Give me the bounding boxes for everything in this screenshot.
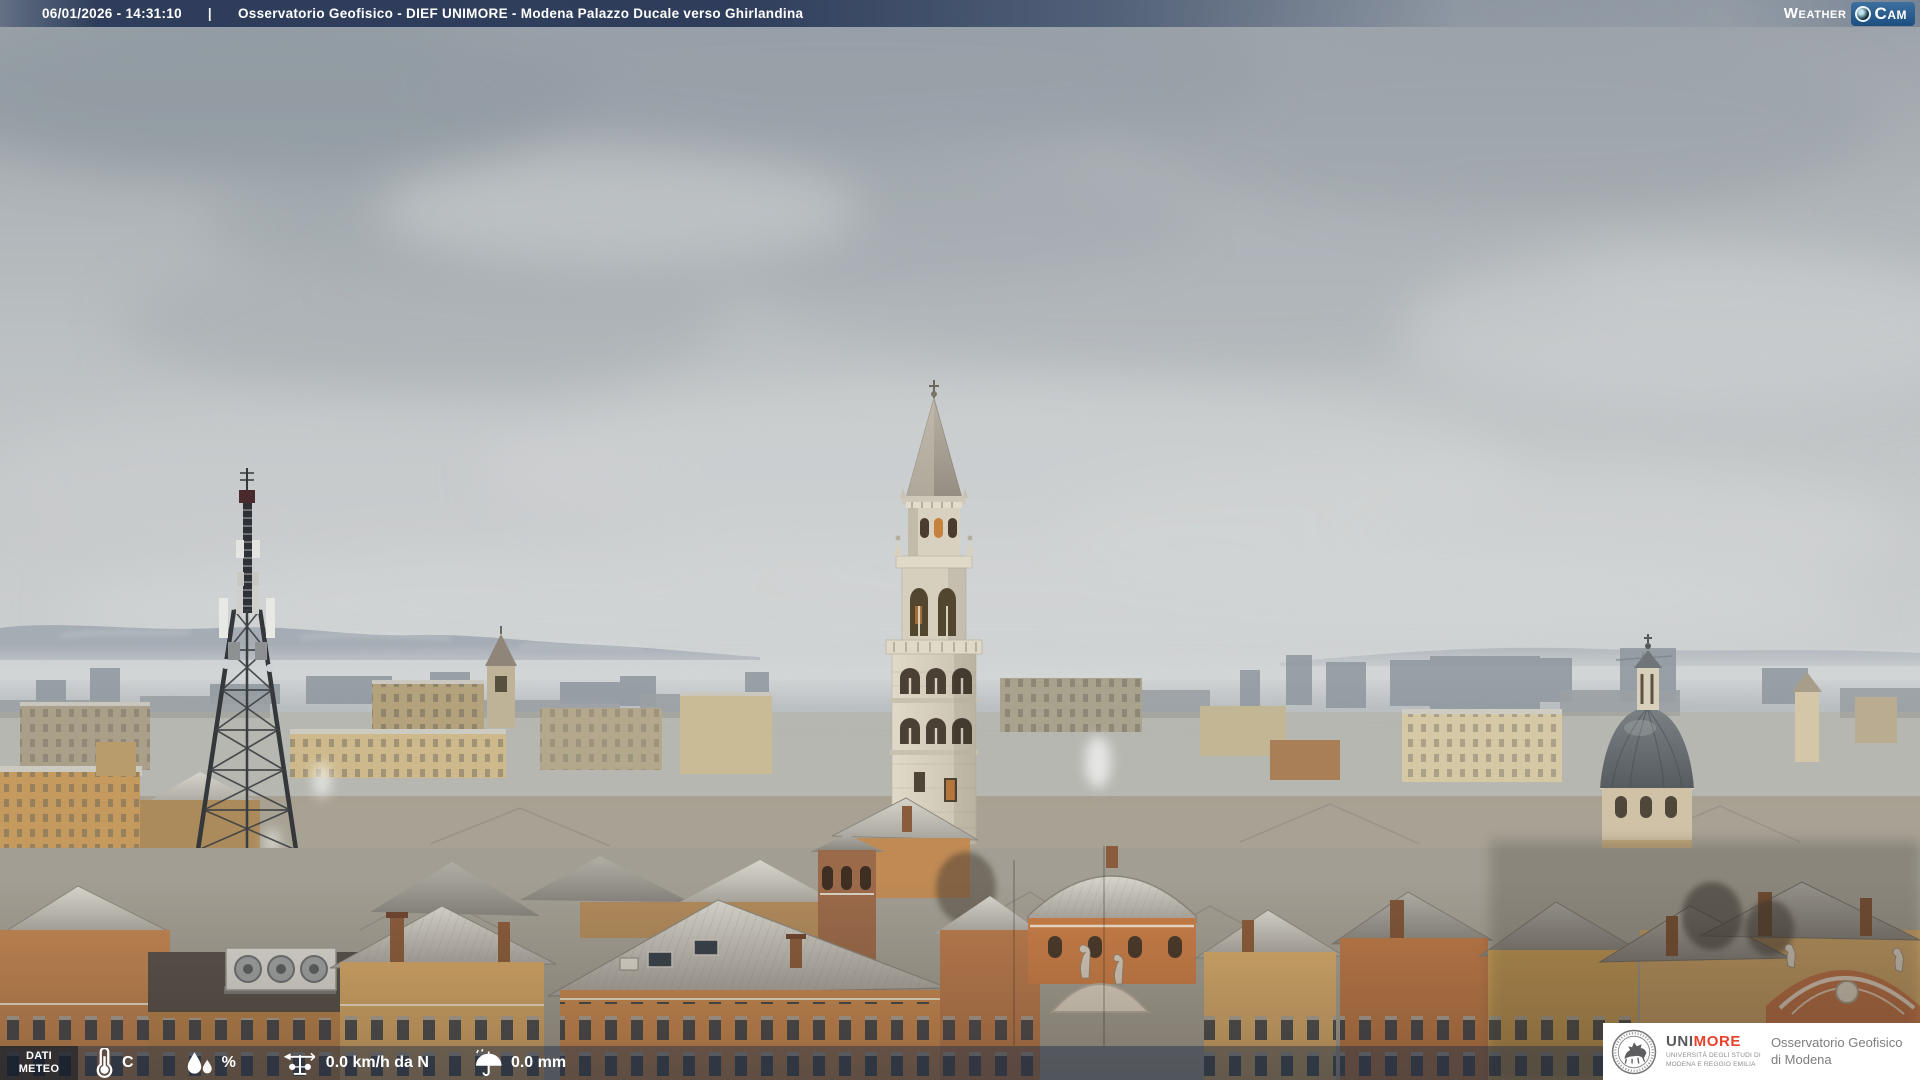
webcam-page: 06/01/2026 - 14:31:10 | Osservatorio Geo… [0, 0, 1920, 1080]
dati-meteo-label: DATI METEO [0, 1046, 78, 1080]
separator: | [207, 6, 212, 21]
university-name: UNIVERSITÀ DEGLI STUDI DI MODENA E REGGI… [1666, 1052, 1761, 1069]
weathercam-logo[interactable]: Weather Cam [1783, 1, 1915, 26]
wind-vane-icon [283, 1052, 316, 1075]
thermometer-icon [96, 1048, 113, 1078]
humidity-value: % [221, 1054, 236, 1071]
weathercam-badge: Cam [1850, 1, 1915, 26]
webcam-photo [0, 0, 1920, 1080]
wind-metric: 0.0 km/h da N [282, 1049, 429, 1077]
university-name-line1: UNIVERSITÀ DEGLI STUDI DI [1666, 1052, 1761, 1060]
header-bar: 06/01/2026 - 14:31:10 | Osservatorio Geo… [0, 0, 1920, 27]
dati-label-line2: METEO [18, 1063, 60, 1075]
rain-value: 0.0 mm [510, 1054, 567, 1071]
unimore-seal-icon [1611, 1029, 1657, 1074]
temperature-metric: C [92, 1048, 134, 1078]
umbrella-icon [475, 1048, 502, 1076]
university-name-line2: MODENA E REGGIO EMILIA [1666, 1060, 1756, 1068]
unimore-wordmark: UNIMORE UNIVERSITÀ DEGLI STUDI DI MODENA… [1666, 1034, 1761, 1069]
weathercam-logo-text-cam: Cam [1874, 3, 1907, 23]
page-title: Osservatorio Geofisico - DIEF UNIMORE - … [237, 6, 804, 21]
wind-value: 0.0 km/h da N [325, 1054, 429, 1071]
temperature-value: C [122, 1054, 134, 1071]
water-drops-icon [187, 1051, 212, 1074]
unimore-acronym-uni: UNI [1666, 1033, 1694, 1051]
unimore-acronym: UNIMORE [1666, 1034, 1761, 1049]
timestamp: 06/01/2026 - 14:31:10 [42, 6, 182, 21]
unimore-branding[interactable]: UNIMORE UNIVERSITÀ DEGLI STUDI DI MODENA… [1603, 1023, 1920, 1080]
unimore-acronym-more: MORE [1693, 1033, 1742, 1051]
observatory-name-line1: Osservatorio Geofisico [1770, 1034, 1903, 1050]
rain-metric: 0.0 mm [473, 1048, 567, 1078]
humidity-metric: % [184, 1050, 236, 1077]
observatory-name-line2: di Modena [1770, 1051, 1832, 1067]
observatory-name: Osservatorio Geofisico di Modena [1771, 1035, 1903, 1069]
dati-label-line1: DATI [25, 1050, 53, 1063]
weathercam-logo-text-weather: Weather [1783, 5, 1847, 22]
camera-lens-icon [1854, 5, 1871, 22]
